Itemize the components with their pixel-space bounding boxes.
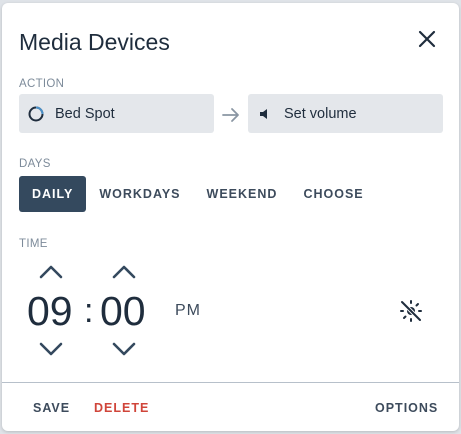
speaker-ring-icon	[27, 105, 45, 123]
arrow-right-icon	[220, 104, 242, 126]
command-name: Set volume	[284, 105, 357, 122]
volume-icon	[256, 105, 274, 123]
dialog-title: Media Devices	[19, 29, 170, 55]
hour-up-icon[interactable]	[38, 264, 64, 280]
period-toggle[interactable]: PM	[175, 302, 201, 320]
time-label: TIME	[19, 238, 48, 250]
command-selector[interactable]: Set volume	[248, 94, 443, 133]
footer-divider	[2, 382, 459, 383]
close-icon[interactable]	[415, 27, 439, 51]
days-label: DAYS	[19, 158, 51, 170]
delete-button[interactable]: DELETE	[94, 401, 149, 415]
options-button[interactable]: OPTIONS	[375, 401, 438, 415]
action-label: ACTION	[19, 78, 65, 90]
dialog: Media Devices ACTION Bed Spot Set volume…	[2, 3, 459, 431]
device-name: Bed Spot	[55, 105, 115, 122]
device-selector[interactable]: Bed Spot	[19, 94, 214, 133]
time-separator: :	[84, 292, 94, 330]
hour-value[interactable]: 09	[27, 287, 73, 335]
day-option-choose[interactable]: CHOOSE	[290, 176, 376, 212]
hour-down-icon[interactable]	[38, 341, 64, 357]
save-button[interactable]: SAVE	[33, 401, 70, 415]
minute-value[interactable]: 00	[100, 287, 146, 335]
sun-off-icon[interactable]	[399, 299, 423, 323]
day-option-workdays[interactable]: WORKDAYS	[86, 176, 193, 212]
minute-down-icon[interactable]	[111, 341, 137, 357]
days-selector: DAILY WORKDAYS WEEKEND CHOOSE	[19, 176, 377, 212]
minute-up-icon[interactable]	[111, 264, 137, 280]
day-option-daily[interactable]: DAILY	[19, 176, 87, 212]
day-option-weekend[interactable]: WEEKEND	[194, 176, 291, 212]
